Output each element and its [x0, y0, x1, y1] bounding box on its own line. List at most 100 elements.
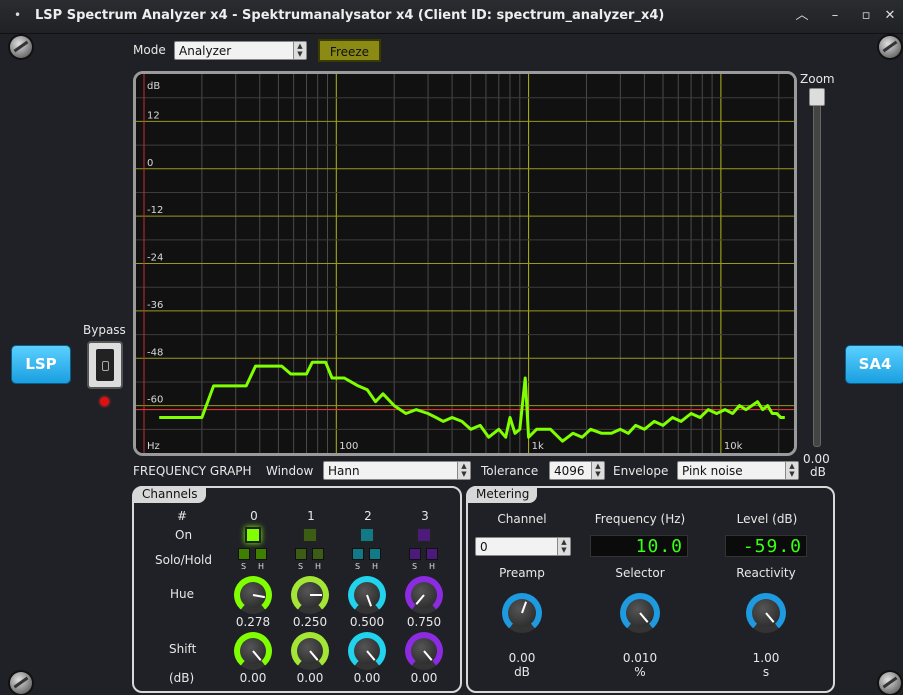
spectrum-graph[interactable]: dB 12 0 -12 -24 -36 -48 -60 Hz 100 1k 10k [133, 71, 797, 456]
bypass-label: Bypass [83, 323, 126, 337]
channel-hold-toggle[interactable] [312, 548, 324, 560]
shift-knob[interactable] [291, 632, 329, 670]
x-axis-unit: Hz [147, 441, 160, 452]
bypass-switch[interactable] [87, 341, 123, 389]
solo-label: S [298, 562, 304, 571]
solo-label: S [241, 562, 247, 571]
metering-channel-select[interactable]: 0 ▲ ▼ [475, 537, 571, 556]
hold-label: H [429, 562, 436, 571]
hue-knob[interactable] [348, 576, 386, 614]
y-tick-label: -36 [147, 300, 163, 311]
preamp-knob[interactable] [502, 593, 542, 633]
preamp-unit: dB [514, 665, 530, 679]
zoom-unit: dB [810, 465, 826, 479]
y-tick-label: -60 [147, 395, 163, 406]
bypass-led-icon [100, 397, 109, 406]
screw-icon [10, 672, 32, 694]
spin-arrows-icon: ▲ ▼ [785, 462, 798, 479]
envelope-label: Envelope [613, 464, 669, 478]
channel-number: 3 [421, 509, 429, 523]
zoom-slider[interactable] [813, 90, 821, 447]
metering-group-title: Metering [468, 486, 538, 503]
spectrum-graph-canvas: dB 12 0 -12 -24 -36 -48 -60 Hz 100 1k 10k [136, 74, 794, 453]
channel-solo-toggle[interactable] [238, 548, 250, 560]
level-label: Level (dB) [736, 512, 798, 526]
channel-hold-toggle[interactable] [426, 548, 438, 560]
spin-arrows-icon: ▲ ▼ [457, 462, 470, 479]
channel-on-toggle[interactable] [245, 527, 261, 543]
channel-on-toggle[interactable] [302, 527, 318, 543]
reactivity-knob[interactable] [746, 593, 786, 633]
level-display: -59.0 [725, 535, 807, 557]
x-tick-label: 10k [724, 441, 743, 452]
reactivity-label: Reactivity [736, 566, 796, 580]
zoom-slider-thumb[interactable] [809, 88, 825, 106]
shift-value: 0.00 [410, 671, 438, 685]
mode-label: Mode [133, 43, 166, 57]
channel-solo-toggle[interactable] [295, 548, 307, 560]
channel-solo-toggle[interactable] [409, 548, 421, 560]
channel-hold-toggle[interactable] [369, 548, 381, 560]
screw-icon [879, 36, 901, 58]
y-tick-label: -48 [147, 347, 163, 358]
maximize-button[interactable]: ▫ [856, 6, 876, 26]
y-axis-unit: dB [147, 81, 160, 92]
envelope-select[interactable]: Pink noise ▲ ▼ [677, 461, 799, 480]
hue-value: 0.500 [349, 615, 385, 629]
hue-value: 0.750 [406, 615, 442, 629]
tolerance-label: Tolerance [481, 464, 539, 478]
window-title: LSP Spectrum Analyzer x4 - Spektrumanaly… [35, 8, 665, 23]
y-tick-label: -24 [147, 253, 163, 264]
preamp-value: 0.00 [508, 651, 536, 665]
hue-knob[interactable] [291, 576, 329, 614]
hue-value: 0.278 [235, 615, 271, 629]
minimize-button[interactable]: – [825, 6, 845, 26]
preamp-label: Preamp [499, 566, 545, 580]
shift-knob[interactable] [234, 632, 272, 670]
shift-knob[interactable] [348, 632, 386, 670]
hue-value: 0.250 [292, 615, 328, 629]
spin-arrows-icon: ▲ ▼ [293, 42, 306, 59]
window-titlebar: • LSP Spectrum Analyzer x4 - Spektrumana… [0, 0, 903, 34]
shift-knob[interactable] [405, 632, 443, 670]
hue-knob[interactable] [405, 576, 443, 614]
tolerance-select-value: 4096 [554, 464, 585, 478]
frequency-label: Frequency (Hz) [594, 512, 686, 526]
selector-knob[interactable] [620, 593, 660, 633]
on-row-label: On [175, 528, 193, 542]
chevron-up-icon[interactable]: ︿ [792, 6, 812, 26]
selector-value: 0.010 [622, 651, 658, 665]
channel-hold-toggle[interactable] [255, 548, 267, 560]
reactivity-value: 1.00 [752, 651, 780, 665]
freeze-button[interactable]: Freeze [318, 39, 381, 62]
hold-label: H [258, 562, 265, 571]
lsp-button[interactable]: LSP [12, 346, 70, 383]
reactivity-unit: s [762, 665, 770, 679]
frequency-display: 10.0 [590, 535, 688, 557]
window-select[interactable]: Hann ▲ ▼ [323, 461, 471, 480]
channel-number: 0 [250, 509, 258, 523]
metering-channel-label: Channel [497, 512, 547, 526]
channel-on-toggle[interactable] [359, 527, 375, 543]
zoom-value: 0.00 [803, 452, 830, 466]
hue-knob[interactable] [234, 576, 272, 614]
shift-value: 0.00 [353, 671, 381, 685]
mode-select[interactable]: Analyzer ▲ ▼ [174, 41, 307, 60]
close-button[interactable]: ✕ [880, 6, 900, 26]
mode-select-value: Analyzer [179, 44, 232, 58]
screw-icon [879, 672, 901, 694]
window-label: Window [266, 464, 314, 478]
window-menu-button[interactable]: • [14, 8, 21, 22]
tolerance-select[interactable]: 4096 ▲ ▼ [549, 461, 605, 480]
channel-on-toggle[interactable] [416, 527, 432, 543]
sa4-button[interactable]: SA4 [846, 346, 903, 383]
channel-solo-toggle[interactable] [352, 548, 364, 560]
x-tick-label: 100 [339, 441, 358, 452]
hue-row-label: Hue [170, 587, 195, 601]
spin-arrows-icon: ▲ ▼ [591, 462, 604, 479]
channels-group-title: Channels [134, 486, 206, 503]
selector-label: Selector [615, 566, 665, 580]
y-tick-label: 12 [147, 110, 160, 121]
channel-number-header: # [177, 509, 188, 523]
channel-number: 2 [364, 509, 372, 523]
